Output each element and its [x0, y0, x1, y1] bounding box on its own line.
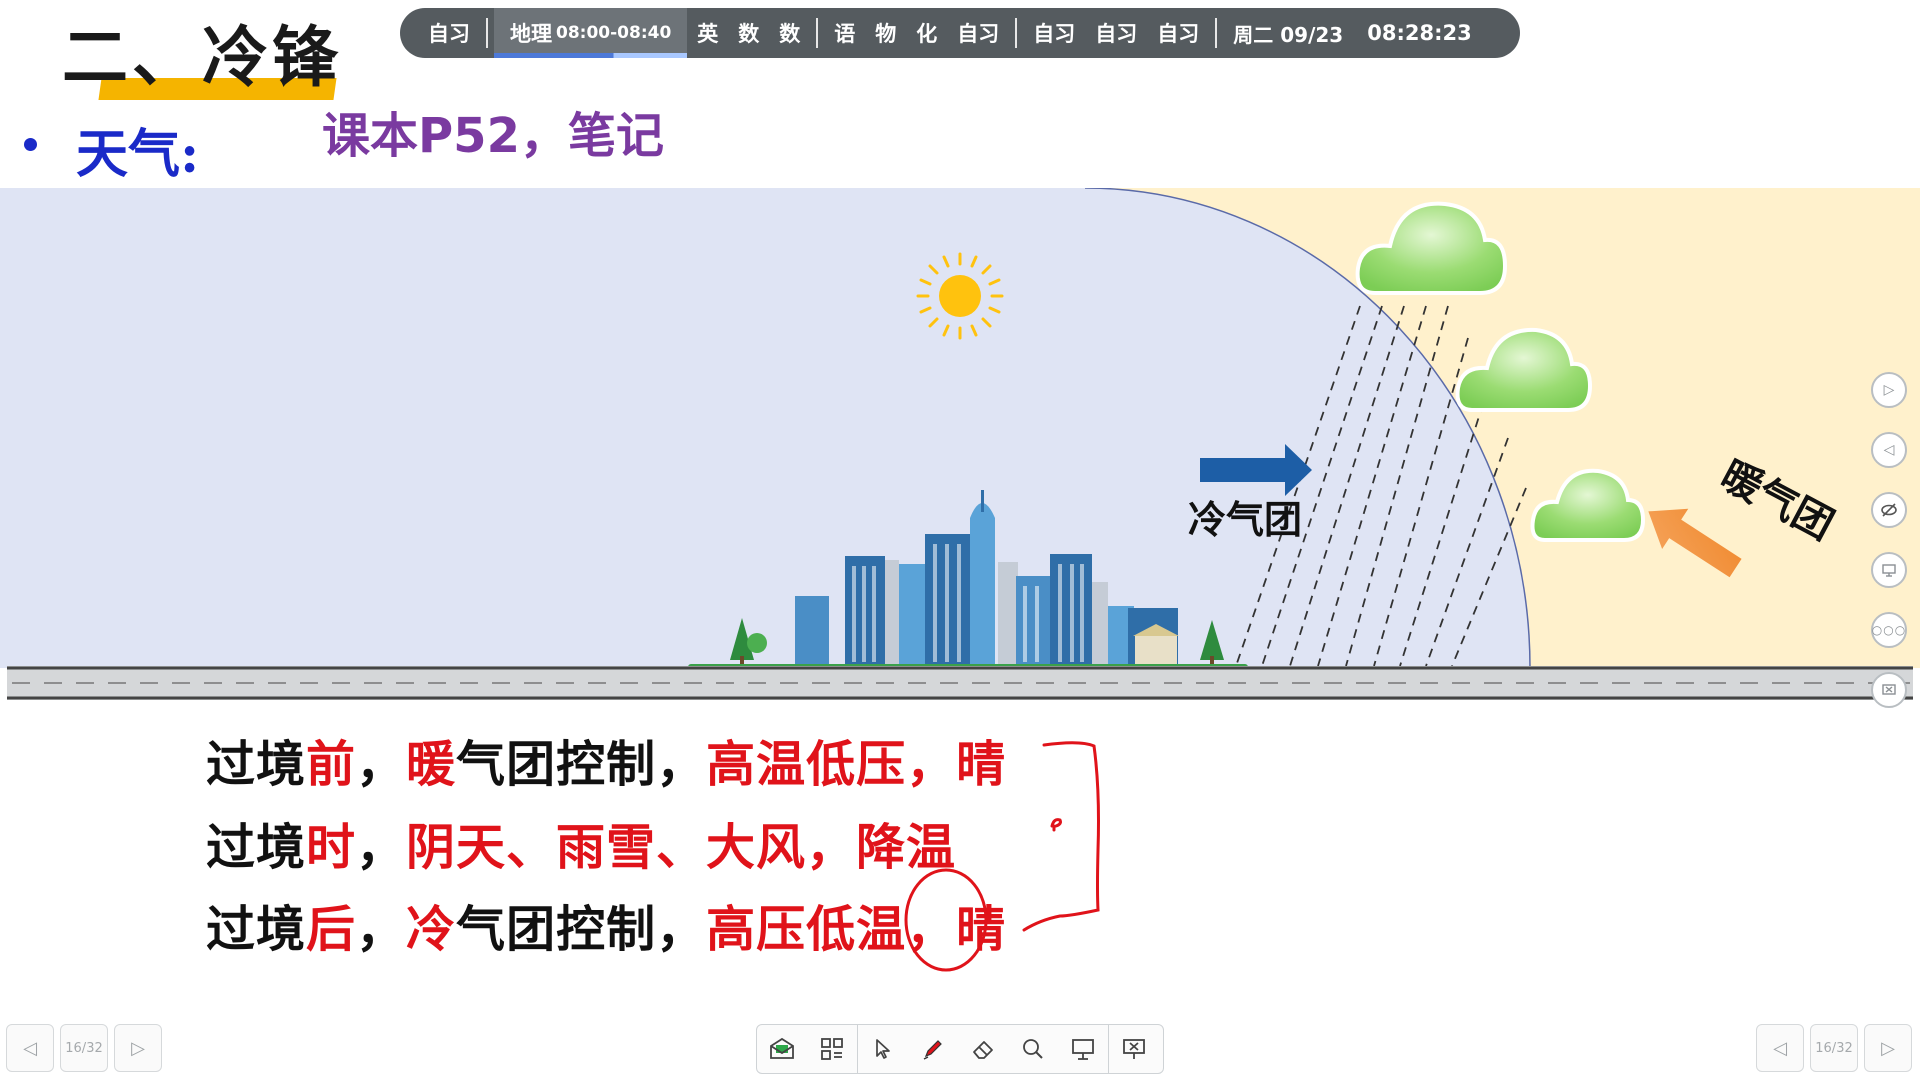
next-slide-button-right[interactable]: ▷: [1864, 1024, 1912, 1072]
sentence-text: 过境: [206, 735, 307, 793]
cold-air-region: [0, 188, 1530, 668]
presentation-toolbar: [756, 1024, 1164, 1074]
exit-slideshow-button[interactable]: [1871, 672, 1907, 708]
message-button[interactable]: [757, 1025, 807, 1073]
schedule-item: 英: [697, 22, 719, 46]
whiteboard-icon: [1072, 1039, 1094, 1060]
more-options-button[interactable]: ○○○: [1871, 612, 1907, 648]
hide-annotations-button[interactable]: [1871, 492, 1907, 528]
sentence-text: 过境: [206, 818, 307, 876]
schedule-clock: 08:28:23: [1367, 21, 1472, 45]
cold-air-label: 冷气团: [1188, 500, 1302, 542]
exit-presentation-button[interactable]: [1109, 1025, 1159, 1073]
sentence-before-front: 过境前，暖气团控制，高温低压，晴: [206, 725, 1006, 796]
schedule-item: 自习: [957, 22, 1000, 46]
previous-slide-button-right[interactable]: ◁: [1756, 1024, 1804, 1072]
sentence-highlight: 暖: [406, 735, 457, 793]
whiteboard-button[interactable]: [1058, 1025, 1108, 1073]
sentence-highlight: 前: [306, 735, 357, 793]
class-schedule-bar[interactable]: 自习 地理 08:00-08:40 英 数 数 语 物 化 自习 自习 自习 自…: [400, 8, 1520, 58]
cold-front-diagram: 冷气团 暖气团: [0, 188, 1920, 700]
schedule-item: 数: [738, 22, 760, 46]
sentence-highlight: 后: [306, 900, 357, 958]
current-period-time: 08:00-08:40: [556, 23, 672, 43]
sentence-text: 气团控制，: [456, 900, 707, 958]
schedule-item: 自习: [428, 22, 470, 46]
textbook-reference: 课本P52，笔记: [322, 108, 664, 164]
message-icon: [770, 1037, 794, 1059]
chevron-right-icon: ▷: [131, 1037, 145, 1059]
sentence-text: ，: [356, 900, 407, 958]
schedule-item: 自习: [1157, 22, 1200, 46]
sentence-after-front: 过境后，冷气团控制，高压低温，晴: [206, 890, 1006, 961]
exit-presentation-icon: [1123, 1039, 1145, 1059]
schedule-divider: [1215, 18, 1218, 48]
current-subject: 地理: [510, 22, 552, 46]
sentence-text: 过境: [206, 900, 307, 958]
sentence-highlight: 高压低温，晴: [706, 900, 1007, 958]
chevron-left-icon: ◁: [1773, 1037, 1787, 1059]
schedule-item: 化: [916, 22, 938, 46]
page-indicator-right[interactable]: 16/32: [1810, 1024, 1858, 1072]
monitor-icon: [1882, 564, 1896, 577]
sentence-text: 气团控制，: [456, 735, 707, 793]
sentence-during-front: 过境时，阴天、雨雪、大风，降温: [206, 808, 956, 879]
bracket-annotation: [1022, 741, 1100, 932]
slide-title: 二、冷锋: [62, 18, 342, 96]
schedule-item: 数: [779, 22, 801, 46]
apps-grid-icon: [821, 1038, 843, 1060]
eraser-tool-button[interactable]: [958, 1025, 1008, 1073]
page-indicator[interactable]: 16/32: [60, 1024, 108, 1072]
schedule-item: 自习: [1033, 22, 1076, 46]
mark-annotation: [1050, 818, 1062, 832]
chevron-left-icon: ◁: [23, 1037, 37, 1059]
cursor-icon: [876, 1039, 890, 1059]
pen-tool-button[interactable]: [908, 1025, 958, 1073]
exit-presentation-icon: [1882, 684, 1896, 695]
sentence-highlight: 冷: [406, 900, 457, 958]
sentence-highlight: 时: [306, 818, 357, 876]
bullet-heading: 天气:: [76, 124, 200, 185]
next-slide-button[interactable]: ▷: [114, 1024, 162, 1072]
schedule-item: 自习: [1095, 22, 1138, 46]
sentence-text: ，: [356, 818, 407, 876]
select-tool-button[interactable]: [858, 1025, 908, 1073]
schedule-divider: [816, 18, 819, 48]
schedule-divider: [1015, 18, 1018, 48]
schedule-current-period: 地理 08:00-08:40: [494, 8, 688, 58]
apps-button[interactable]: [807, 1025, 857, 1073]
zoom-tool-button[interactable]: [1008, 1025, 1058, 1073]
chevron-right-icon: ▷: [1881, 1037, 1895, 1059]
schedule-date: 周二 09/23: [1233, 22, 1344, 47]
eye-off-icon: [1881, 503, 1897, 517]
schedule-divider: [486, 18, 488, 48]
eraser-icon: [973, 1041, 993, 1059]
sentence-text: ，: [356, 735, 407, 793]
sentence-highlight: 高温低压，晴: [706, 735, 1007, 793]
schedule-item: 物: [875, 22, 897, 46]
schedule-item: 语: [834, 22, 856, 46]
sentence-highlight: 阴天、雨雪、大风，降温: [406, 818, 957, 876]
next-step-button[interactable]: ▷: [1871, 372, 1907, 408]
bullet-point: [24, 138, 37, 151]
zoom-icon: [1023, 1039, 1043, 1059]
previous-slide-button[interactable]: ◁: [6, 1024, 54, 1072]
previous-step-button[interactable]: ◁: [1871, 432, 1907, 468]
screen-share-button[interactable]: [1871, 552, 1907, 588]
pen-icon: [923, 1040, 942, 1060]
